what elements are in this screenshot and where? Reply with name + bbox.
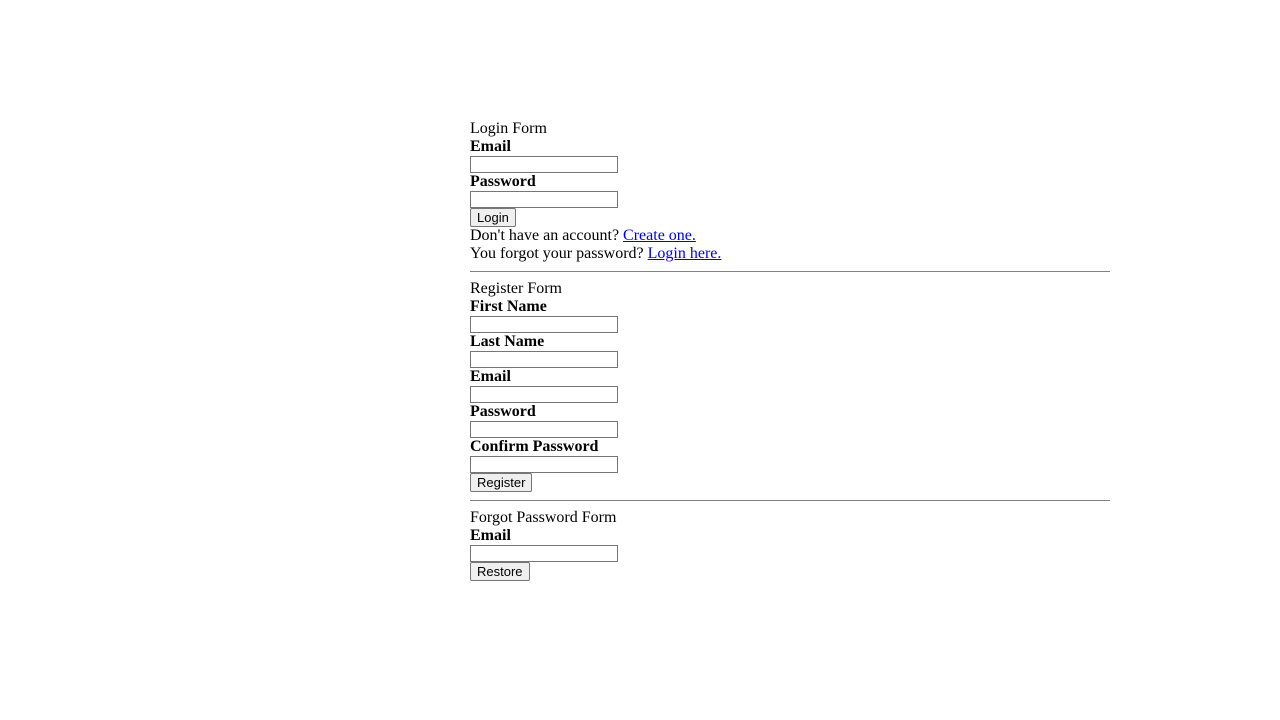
no-account-prefix: Don't have an account?: [470, 227, 623, 244]
register-last-name-label: Last Name: [470, 333, 1110, 351]
register-password-input[interactable]: [470, 421, 618, 438]
forgot-password-text: You forgot your password? Login here.: [470, 245, 1110, 263]
register-email-label: Email: [470, 368, 1110, 386]
forgot-prefix: You forgot your password?: [470, 245, 648, 262]
login-button[interactable]: Login: [470, 208, 516, 227]
login-form: Login Form Email Password Login Don't ha…: [470, 120, 1110, 263]
divider: [470, 500, 1110, 501]
divider: [470, 271, 1110, 272]
register-last-name-input[interactable]: [470, 351, 618, 368]
no-account-text: Don't have an account? Create one.: [470, 227, 1110, 245]
forgot-email-input[interactable]: [470, 545, 618, 562]
register-first-name-input[interactable]: [470, 316, 618, 333]
login-password-input[interactable]: [470, 191, 618, 208]
register-button[interactable]: Register: [470, 473, 532, 492]
register-email-input[interactable]: [470, 386, 618, 403]
login-email-input[interactable]: [470, 156, 618, 173]
forms-container: Login Form Email Password Login Don't ha…: [470, 120, 1110, 581]
register-confirm-password-input[interactable]: [470, 456, 618, 473]
register-first-name-label: First Name: [470, 298, 1110, 316]
login-email-label: Email: [470, 138, 1110, 156]
login-form-title: Login Form: [470, 120, 1110, 138]
forgot-email-label: Email: [470, 527, 1110, 545]
register-confirm-password-label: Confirm Password: [470, 438, 1110, 456]
register-password-label: Password: [470, 403, 1110, 421]
restore-button[interactable]: Restore: [470, 562, 530, 581]
register-form-title: Register Form: [470, 280, 1110, 298]
register-form: Register Form First Name Last Name Email…: [470, 280, 1110, 492]
create-account-link[interactable]: Create one.: [623, 227, 696, 244]
forgot-password-form: Forgot Password Form Email Restore: [470, 509, 1110, 581]
forgot-form-title: Forgot Password Form: [470, 509, 1110, 527]
login-password-label: Password: [470, 173, 1110, 191]
login-here-link[interactable]: Login here.: [648, 245, 722, 262]
